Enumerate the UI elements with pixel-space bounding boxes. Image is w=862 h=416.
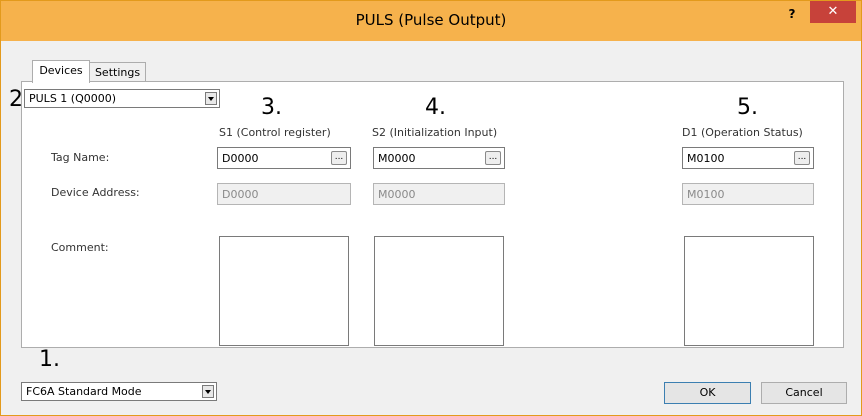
- tag-name-input-s1[interactable]: D0000 ...: [217, 147, 351, 169]
- tag-name-label: Tag Name:: [51, 151, 110, 164]
- chevron-down-icon[interactable]: [205, 92, 217, 105]
- browse-button[interactable]: ...: [331, 151, 347, 165]
- column-header-s1: S1 (Control register): [219, 126, 331, 139]
- column-header-s2: S2 (Initialization Input): [372, 126, 498, 139]
- device-address-field-s2: M0000: [373, 183, 505, 205]
- comment-textarea-s2[interactable]: [374, 236, 504, 346]
- mode-select-value: FC6A Standard Mode: [26, 385, 142, 398]
- close-button[interactable]: ✕: [810, 1, 856, 23]
- tag-name-value: M0000: [378, 152, 416, 165]
- callout-4: 4.: [423, 95, 448, 120]
- tag-name-input-d1[interactable]: M0100 ...: [682, 147, 814, 169]
- browse-button[interactable]: ...: [485, 151, 501, 165]
- title-bar[interactable]: PULS (Pulse Output) ? ✕: [1, 1, 861, 41]
- callout-5: 5.: [735, 95, 760, 120]
- dialog-title: PULS (Pulse Output): [355, 11, 507, 29]
- tab-devices[interactable]: Devices: [32, 60, 90, 83]
- channel-select-value: PULS 1 (Q0000): [29, 92, 117, 105]
- browse-button[interactable]: ...: [794, 151, 810, 165]
- tag-name-input-s2[interactable]: M0000 ...: [373, 147, 505, 169]
- dialog-window: PULS (Pulse Output) ? ✕ Devices Settings…: [0, 0, 862, 416]
- column-header-d1: D1 (Operation Status): [682, 126, 803, 139]
- device-address-field-s1: D0000: [217, 183, 351, 205]
- device-address-field-d1: M0100: [682, 183, 814, 205]
- device-address-value: M0000: [378, 188, 416, 201]
- mode-select[interactable]: FC6A Standard Mode: [21, 382, 217, 401]
- channel-select[interactable]: PULS 1 (Q0000): [24, 89, 220, 108]
- device-address-value: M0100: [687, 188, 725, 201]
- ok-button[interactable]: OK: [664, 382, 751, 404]
- device-address-value: D0000: [222, 188, 259, 201]
- tab-settings[interactable]: Settings: [89, 62, 146, 83]
- cancel-button[interactable]: Cancel: [761, 382, 847, 404]
- help-button[interactable]: ?: [781, 5, 803, 23]
- callout-1: 1.: [39, 347, 60, 372]
- tag-name-value: D0000: [222, 152, 259, 165]
- chevron-down-icon[interactable]: [202, 385, 214, 398]
- comment-textarea-d1[interactable]: [684, 236, 814, 346]
- comment-label: Comment:: [51, 241, 109, 254]
- tag-name-value: M0100: [687, 152, 725, 165]
- device-address-label: Device Address:: [51, 186, 140, 199]
- comment-textarea-s1[interactable]: [219, 236, 349, 346]
- callout-3: 3.: [259, 95, 284, 120]
